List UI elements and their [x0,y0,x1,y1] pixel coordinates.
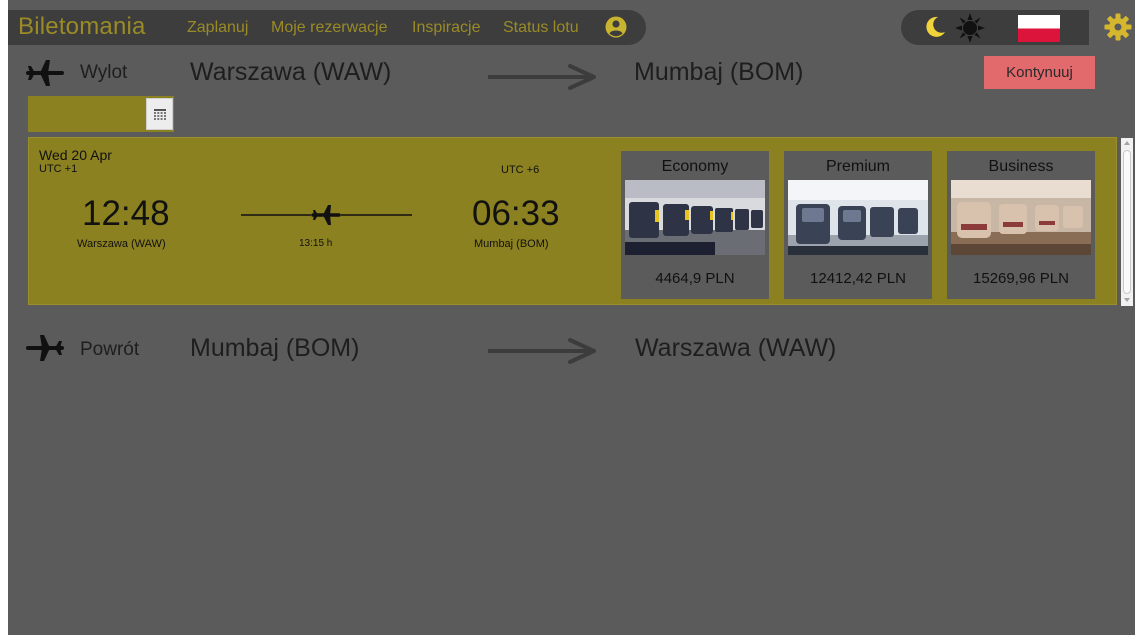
user-circle-icon[interactable] [605,16,627,38]
plane-return-icon [26,335,64,361]
scrollbar-thumb[interactable] [1123,150,1131,294]
arrival-time: 06:33 [472,194,560,233]
outbound-label: Wylot [80,62,128,83]
nav-link-status-lotu[interactable]: Status lotu [503,19,579,37]
outbound-destination: Mumbaj (BOM) [634,58,804,86]
return-origin: Mumbaj (BOM) [190,334,360,362]
calendar-button[interactable] [146,98,173,130]
return-destination: Warszawa (WAW) [635,334,837,362]
return-route-arrow-icon [488,338,596,364]
moon-icon[interactable] [923,15,947,39]
fare-card-business[interactable]: Business 15269,96 PLN [947,151,1095,299]
chevron-up-icon [1124,141,1130,145]
nav-link-zaplanuj[interactable]: Zaplanuj [187,19,248,37]
sun-icon[interactable] [954,12,986,44]
flight-card[interactable]: Wed 20 Apr UTC +1 UTC +6 12:48 06:33 War… [28,137,1133,306]
fare-card-premium[interactable]: Premium 12412,42 PLN [784,151,932,299]
fare-class-name: Business [988,158,1054,175]
fare-price: 4464,9 PLN [655,270,735,287]
fare-card-economy[interactable]: Economy 4464,9 PLN [621,151,769,299]
departure-timezone: UTC +1 [39,163,78,175]
return-label: Powrót [80,339,140,360]
arrival-timezone: UTC +6 [501,164,540,176]
flight-path-plane-icon [241,205,412,225]
nav-link-moje-rezerwacje[interactable]: Moje rezerwacje [271,19,387,37]
outbound-origin: Warszawa (WAW) [190,58,392,86]
app-root: Biletomania Zaplanuj Moje rezerwacje Ins… [8,0,1135,635]
brand-logo[interactable]: Biletomania [18,13,146,41]
poland-flag-icon[interactable] [1018,15,1060,42]
business-cabin-image [951,180,1091,255]
gear-icon[interactable] [1104,13,1132,41]
nav-link-inspiracje[interactable]: Inspiracje [412,19,480,37]
departure-city: Warszawa (WAW) [77,238,166,250]
flight-date: Wed 20 Apr [39,147,112,163]
calendar-icon [153,108,166,120]
flight-duration: 13:15 h [299,238,333,249]
arrival-city: Mumbaj (BOM) [474,238,549,250]
scroll-down-arrow[interactable] [1121,295,1133,305]
economy-cabin-image [625,180,765,255]
scroll-up-arrow[interactable] [1121,138,1133,148]
continue-button[interactable]: Kontynuuj [984,56,1095,89]
fare-price: 15269,96 PLN [973,270,1069,287]
premium-cabin-image [788,180,928,255]
departure-time: 12:48 [82,194,170,233]
route-arrow-icon [488,64,596,90]
fare-price: 12412,42 PLN [810,270,906,287]
plane-departure-icon [26,60,64,86]
chevron-down-icon [1124,298,1130,302]
fare-class-name: Premium [825,158,890,175]
fare-class-name: Economy [661,158,729,175]
